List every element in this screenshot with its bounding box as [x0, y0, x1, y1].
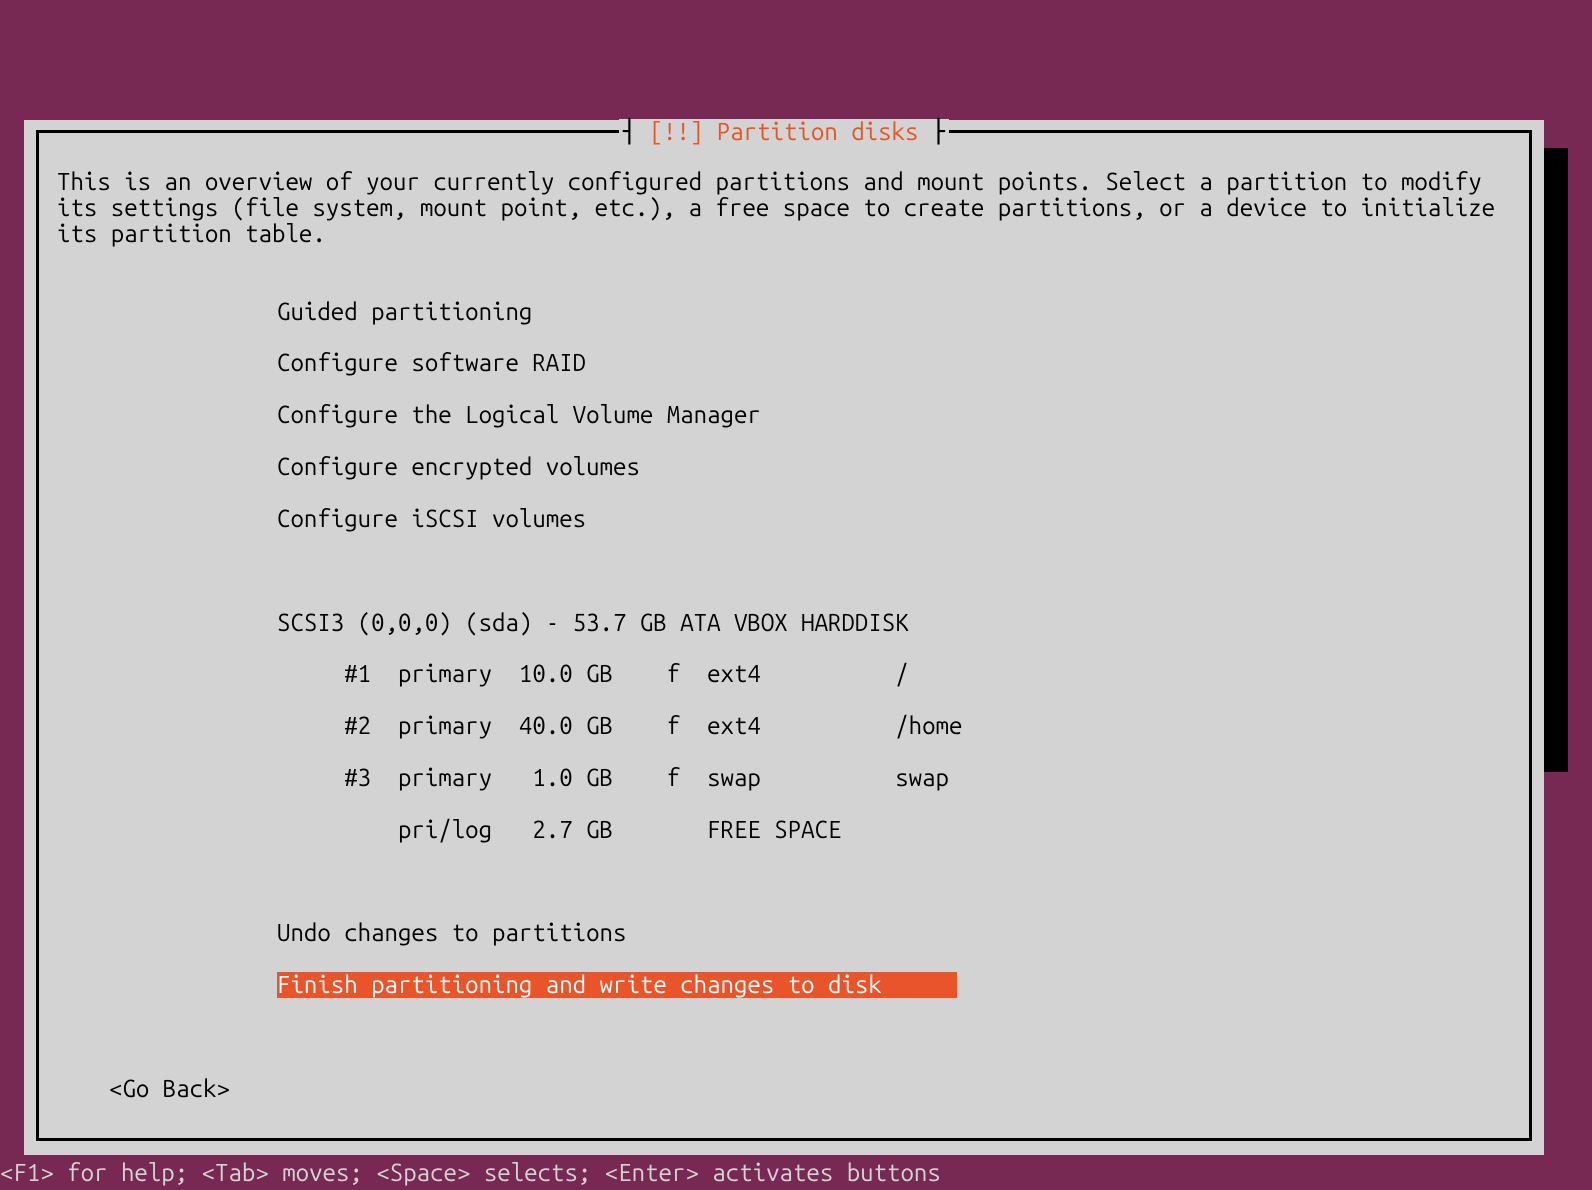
device-header[interactable]: SCSI3 (0,0,0) (sda) - 53.7 GB ATA VBOX H… [277, 610, 1511, 636]
go-back-button[interactable]: <Go Back> [109, 1076, 1511, 1102]
menu-configure-raid[interactable]: Configure software RAID [277, 350, 1511, 376]
partition-3[interactable]: #3 primary 1.0 GB f swap swap [277, 765, 1511, 791]
partition-dialog: ┤ [!!] Partition disks ├ This is an over… [24, 120, 1544, 1155]
menu-configure-encrypted[interactable]: Configure encrypted volumes [277, 454, 1511, 480]
menu-block: Guided partitioning Configure software R… [277, 273, 1511, 1050]
dialog-description: This is an overview of your currently co… [57, 169, 1511, 247]
menu-spacer-2 [277, 869, 1511, 895]
menu-configure-iscsi[interactable]: Configure iSCSI volumes [277, 506, 1511, 532]
partition-1[interactable]: #1 primary 10.0 GB f ext4 / [277, 661, 1511, 687]
menu-guided-partitioning[interactable]: Guided partitioning [277, 299, 1511, 325]
menu-undo-changes[interactable]: Undo changes to partitions [277, 920, 1511, 946]
status-bar: <F1> for help; <Tab> moves; <Space> sele… [0, 1160, 941, 1186]
title-tick-right: ├ [918, 118, 945, 145]
menu-finish-partitioning[interactable]: Finish partitioning and write changes to… [277, 972, 1511, 998]
dialog-title-wrap: ┤ [!!] Partition disks ├ [39, 119, 1529, 145]
title-tick-left: ┤ [623, 118, 650, 145]
menu-spacer [277, 558, 1511, 584]
menu-finish-partitioning-label: Finish partitioning and write changes to… [277, 972, 957, 998]
menu-configure-lvm[interactable]: Configure the Logical Volume Manager [277, 402, 1511, 428]
partition-2[interactable]: #2 primary 40.0 GB f ext4 /home [277, 713, 1511, 739]
dialog-frame: ┤ [!!] Partition disks ├ This is an over… [36, 130, 1532, 1141]
dialog-title: [!!] Partition disks [650, 118, 919, 145]
partition-free-space[interactable]: pri/log 2.7 GB FREE SPACE [277, 817, 1511, 843]
dialog-title-inner: ┤ [!!] Partition disks ├ [619, 119, 950, 145]
